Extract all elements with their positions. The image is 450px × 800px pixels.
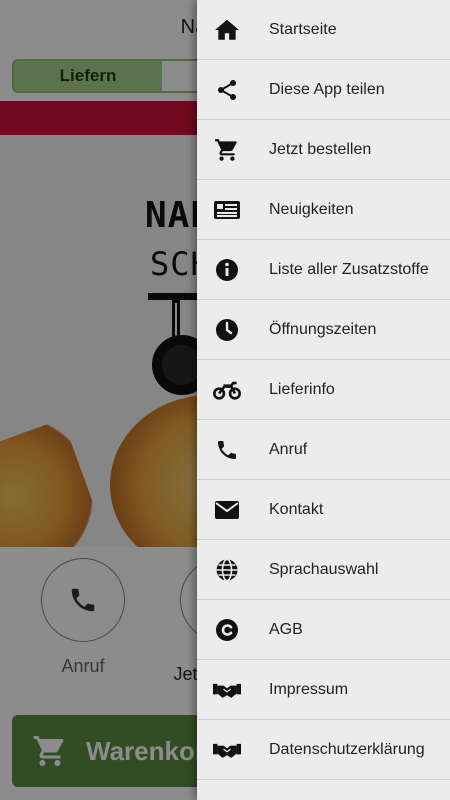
menu-item-call[interactable]: Anruf [197,420,450,480]
menu-item-imprint[interactable]: Impressum [197,660,450,720]
menu-item-label: AGB [269,620,303,638]
menu-item-label: Anruf [269,440,308,458]
menu-item-label: Diese App teilen [269,80,385,98]
menu-item-label: Öffnungszeiten [269,320,377,338]
menu-item-label: Datenschutzerklärung [269,740,425,758]
menu-item-label: Startseite [269,20,337,38]
menu-item-label: Jetzt bestellen [269,140,372,158]
menu-item-label: Sprachauswahl [269,560,379,578]
envelope-icon [213,496,241,524]
menu-item-language[interactable]: Sprachauswahl [197,540,450,600]
menu-item-opening-hours[interactable]: Öffnungszeiten [197,300,450,360]
handshake-icon [213,736,241,764]
menu-item-order[interactable]: Jetzt bestellen [197,120,450,180]
menu-item-delivery-info[interactable]: Lieferinfo [197,360,450,420]
menu-item-label: Lieferinfo [269,380,335,398]
menu-item-contact[interactable]: Kontakt [197,480,450,540]
share-icon [213,76,241,104]
menu-item-news[interactable]: Neuigkeiten [197,180,450,240]
menu-item-privacy[interactable]: Datenschutzerklärung [197,720,450,780]
motorcycle-icon [213,376,241,404]
copyright-icon [213,616,241,644]
menu-item-startseite[interactable]: Startseite [197,0,450,60]
menu-item-label: Liste aller Zusatzstoffe [269,260,429,278]
clock-icon [213,316,241,344]
menu-item-label: Kontakt [269,500,324,518]
navigation-drawer: Startseite Diese App teilen Jetzt bestel… [197,0,450,800]
menu-item-share[interactable]: Diese App teilen [197,60,450,120]
handshake-icon [213,676,241,704]
phone-icon [213,436,241,464]
menu-item-terms[interactable]: AGB [197,600,450,660]
news-icon [213,196,241,224]
home-icon [213,16,241,44]
menu-item-label: Neuigkeiten [269,200,354,218]
cart-icon [213,136,241,164]
menu-item-label: Impressum [269,680,349,698]
globe-icon [213,556,241,584]
info-icon [213,256,241,284]
menu-item-additives[interactable]: Liste aller Zusatzstoffe [197,240,450,300]
